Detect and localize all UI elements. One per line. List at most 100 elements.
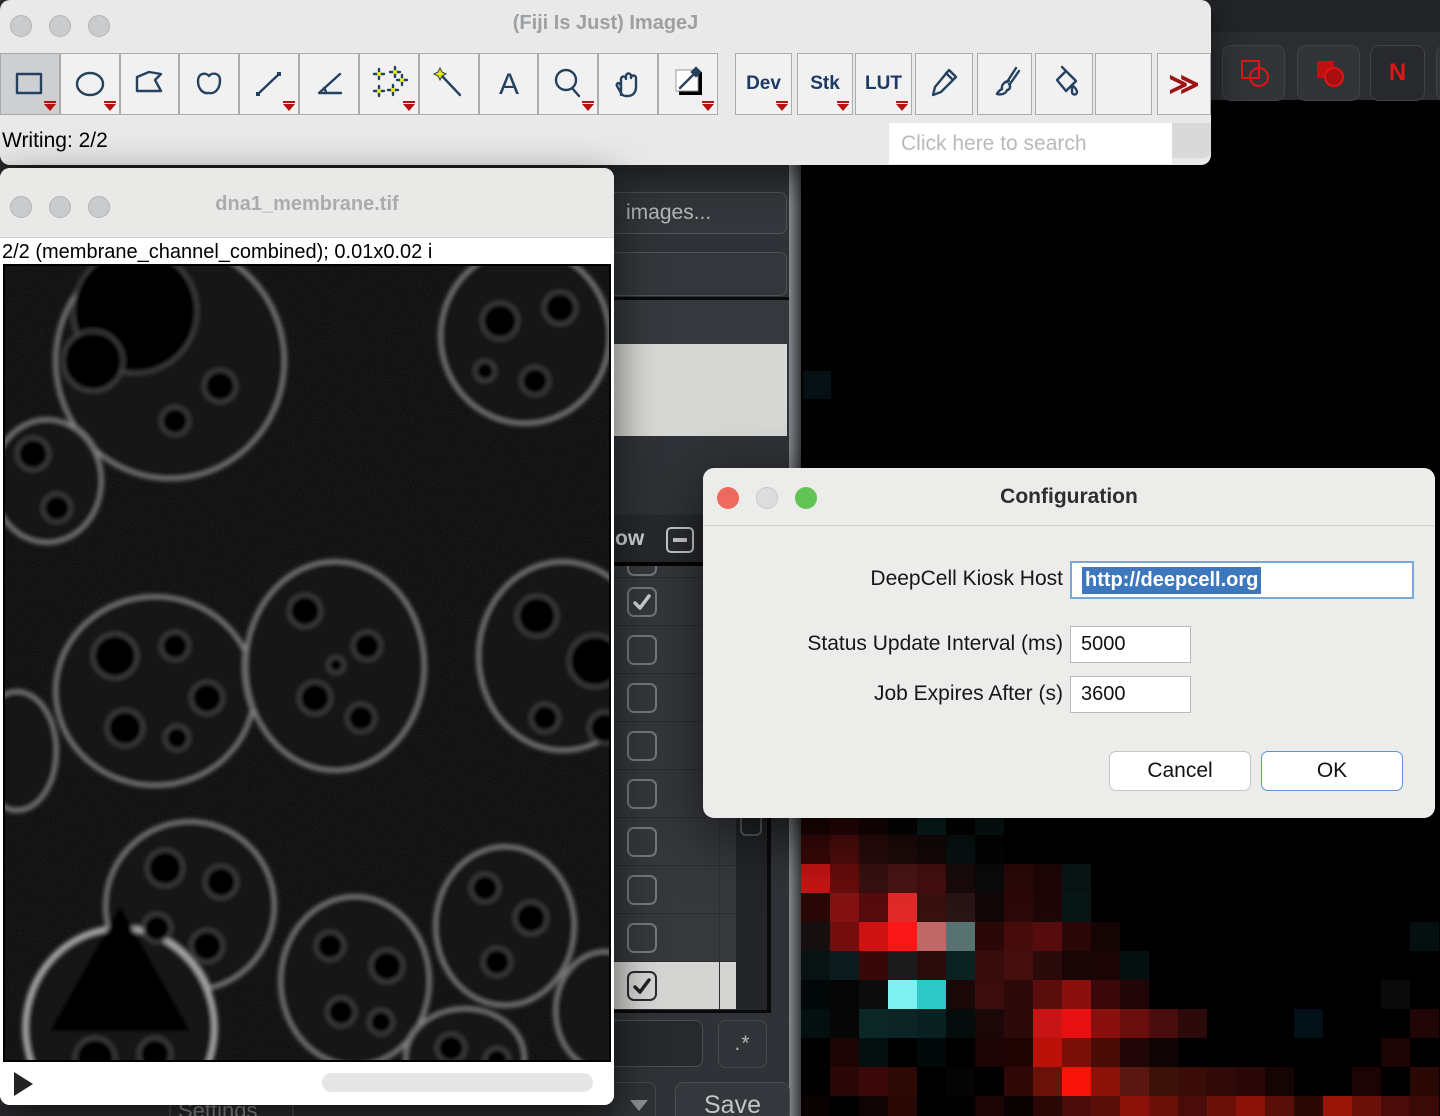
shapes-filled-button[interactable] bbox=[1297, 45, 1360, 101]
imagej-window-title: (Fiji Is Just) ImageJ bbox=[0, 12, 1211, 35]
wand-tool[interactable] bbox=[419, 53, 479, 115]
row-checkbox[interactable] bbox=[627, 923, 657, 953]
pencil-icon bbox=[924, 62, 964, 107]
hand-tool[interactable] bbox=[598, 53, 658, 115]
dialog-titlebar[interactable]: Configuration bbox=[703, 468, 1435, 526]
play-icon[interactable] bbox=[14, 1072, 33, 1096]
pencil-tool[interactable] bbox=[915, 53, 973, 115]
interval-input[interactable]: 5000 bbox=[1070, 626, 1191, 663]
tool-options-icon bbox=[403, 104, 415, 111]
shapes-outline-icon bbox=[1234, 53, 1274, 93]
horizontal-scrollbar-thumb[interactable] bbox=[322, 1073, 593, 1092]
table-row[interactable] bbox=[612, 914, 736, 962]
screen: N images... ow .* Save bbox=[0, 0, 1440, 1116]
microscopy-image[interactable] bbox=[3, 264, 611, 1062]
regex-button-label: .* bbox=[734, 1032, 750, 1056]
interval-label: Status Update Interval (ms) bbox=[743, 632, 1063, 656]
tool-options-icon bbox=[283, 104, 295, 111]
n-button[interactable]: N bbox=[1370, 45, 1425, 101]
panel-light-block bbox=[612, 344, 787, 436]
table-row[interactable] bbox=[612, 866, 736, 914]
angle-tool[interactable] bbox=[299, 53, 359, 115]
shapes-outline-button[interactable] bbox=[1222, 45, 1285, 101]
expires-label: Job Expires After (s) bbox=[743, 682, 1063, 706]
interval-value: 5000 bbox=[1081, 633, 1126, 656]
image-window-bottom-bar bbox=[0, 1062, 614, 1105]
point-tool[interactable] bbox=[359, 53, 419, 115]
oval-tool[interactable] bbox=[60, 53, 120, 115]
save-button-label: Save bbox=[704, 1091, 761, 1116]
panel-band bbox=[612, 300, 789, 344]
image-status-text: 2/2 (membrane_channel_combined); 0.01x0.… bbox=[2, 241, 614, 264]
row-checkbox[interactable] bbox=[627, 971, 657, 1001]
empty-tool-slot[interactable] bbox=[1095, 53, 1152, 115]
tool-options-icon bbox=[104, 104, 116, 111]
dev-menu-label: Dev bbox=[746, 73, 781, 95]
brush-icon bbox=[985, 62, 1025, 107]
window-resize-grip[interactable] bbox=[1172, 123, 1211, 158]
table-row[interactable] bbox=[612, 962, 736, 1010]
table-border-bottom bbox=[612, 1010, 771, 1013]
tool-options-icon bbox=[582, 104, 594, 111]
text-tool[interactable]: A bbox=[479, 53, 539, 115]
chevron-down-icon bbox=[630, 1100, 648, 1111]
row-checkbox[interactable] bbox=[627, 827, 657, 857]
expires-value: 3600 bbox=[1081, 683, 1126, 706]
images-button-label: images... bbox=[626, 201, 711, 225]
row-checkbox[interactable] bbox=[627, 683, 657, 713]
zoom-tool[interactable] bbox=[538, 53, 598, 115]
line-tool[interactable] bbox=[239, 53, 299, 115]
hidden-button[interactable] bbox=[601, 252, 787, 296]
partial-button[interactable] bbox=[1436, 45, 1440, 101]
configuration-dialog: Configuration DeepCell Kiosk Host http:/… bbox=[703, 468, 1435, 818]
image-window-titlebar[interactable]: dna1_membrane.tif bbox=[0, 168, 614, 238]
menu-options-icon bbox=[776, 104, 788, 111]
row-checkbox[interactable] bbox=[627, 731, 657, 761]
polygon-tool[interactable] bbox=[120, 53, 180, 115]
imagej-status-text: Writing: 2/2 bbox=[2, 129, 108, 153]
cancel-button[interactable]: Cancel bbox=[1109, 751, 1251, 791]
ok-button[interactable]: OK bbox=[1261, 751, 1403, 791]
menu-options-icon bbox=[837, 104, 849, 111]
zoomed-pixel-image bbox=[801, 806, 1440, 1116]
stk-menu-button[interactable]: Stk bbox=[797, 53, 853, 115]
tool-options-icon bbox=[702, 104, 714, 111]
ok-button-label: OK bbox=[1317, 759, 1347, 783]
brush-tool[interactable] bbox=[977, 53, 1032, 115]
dialog-title: Configuration bbox=[703, 485, 1435, 509]
expires-input[interactable]: 3600 bbox=[1070, 676, 1191, 713]
host-input[interactable]: http://deepcell.org bbox=[1070, 561, 1414, 599]
images-button[interactable]: images... bbox=[601, 192, 787, 234]
image-window: dna1_membrane.tif 2/2 (membrane_channel_… bbox=[0, 168, 614, 1105]
tool-options-icon bbox=[44, 104, 56, 111]
selected-text: http://deepcell.org bbox=[1082, 567, 1261, 594]
image-window-title: dna1_membrane.tif bbox=[0, 193, 614, 216]
double-chevron-icon: ≫ bbox=[1168, 67, 1199, 102]
n-button-label: N bbox=[1389, 59, 1406, 87]
lut-menu-button[interactable]: LUT bbox=[855, 53, 912, 115]
imagej-toolbar: A bbox=[0, 53, 718, 115]
table-row[interactable] bbox=[612, 818, 736, 866]
row-checkbox[interactable] bbox=[627, 779, 657, 809]
fill-tool[interactable] bbox=[1035, 53, 1093, 115]
dev-menu-button[interactable]: Dev bbox=[735, 53, 792, 115]
search-input[interactable] bbox=[889, 123, 1172, 164]
color-picker-tool[interactable] bbox=[658, 53, 718, 115]
collapse-minus-button[interactable] bbox=[666, 527, 694, 553]
paint-bucket-icon bbox=[1044, 62, 1084, 107]
row-checkbox[interactable] bbox=[627, 587, 657, 617]
more-tools-button[interactable]: ≫ bbox=[1157, 53, 1211, 115]
regex-button[interactable]: .* bbox=[718, 1020, 767, 1068]
row-checkbox[interactable] bbox=[627, 566, 657, 576]
row-checkbox[interactable] bbox=[627, 875, 657, 905]
host-label: DeepCell Kiosk Host bbox=[743, 567, 1063, 591]
menu-options-icon bbox=[896, 104, 908, 111]
freehand-tool[interactable] bbox=[179, 53, 239, 115]
save-button[interactable]: Save bbox=[675, 1082, 790, 1116]
stk-menu-label: Stk bbox=[810, 73, 840, 95]
show-column-header: ow bbox=[615, 527, 644, 551]
row-checkbox[interactable] bbox=[627, 635, 657, 665]
lut-menu-label: LUT bbox=[865, 73, 902, 95]
rectangle-tool[interactable] bbox=[0, 53, 60, 115]
svg-text:A: A bbox=[499, 68, 519, 101]
